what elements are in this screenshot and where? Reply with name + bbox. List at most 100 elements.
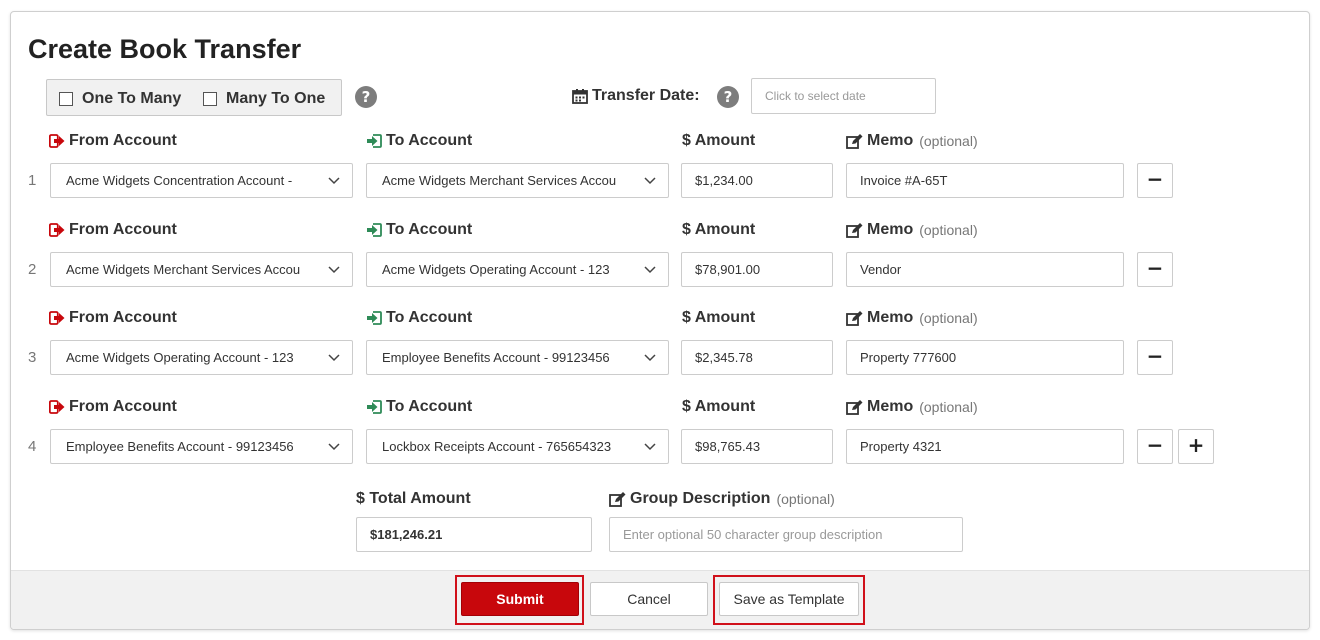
one-to-many-checkbox[interactable]: One To Many (59, 90, 181, 108)
memo-optional: (optional) (919, 399, 978, 415)
from-account-label: From Account (69, 132, 177, 149)
amount-label: $ Amount (682, 132, 756, 149)
cancel-button[interactable]: Cancel (590, 582, 708, 616)
to-account-select[interactable]: Acme Widgets Operating Account - 123 (366, 252, 669, 287)
remove-row-button[interactable]: − (1137, 163, 1173, 198)
one-to-many-label: One To Many (82, 90, 182, 107)
to-account-value: Acme Widgets Merchant Services Accou (382, 173, 617, 188)
from-account-label-group: From Account (49, 309, 177, 327)
amount-label: $ Amount (682, 221, 756, 238)
save-as-template-button[interactable]: Save as Template (719, 582, 859, 616)
sign-out-icon (49, 223, 65, 237)
remove-row-button[interactable]: − (1137, 340, 1173, 375)
memo-label: Memo (867, 132, 914, 149)
from-account-select[interactable]: Acme Widgets Operating Account - 123 (50, 340, 353, 375)
to-account-select[interactable]: Employee Benefits Account - 99123456 (366, 340, 669, 375)
transfer-date-input[interactable]: Click to select date (751, 78, 936, 114)
memo-optional: (optional) (919, 222, 978, 238)
amount-input[interactable]: $1,234.00 (681, 163, 833, 198)
memo-optional: (optional) (919, 133, 978, 149)
from-account-label: From Account (69, 221, 177, 238)
chevron-down-icon (644, 177, 656, 185)
total-amount-label: $ Total Amount (356, 490, 471, 507)
book-transfer-panel: Create Book Transfer One To Many Many To… (10, 11, 1310, 630)
memo-input[interactable]: Invoice #A-65T (846, 163, 1124, 198)
remove-row-button[interactable]: − (1137, 429, 1173, 464)
sign-in-icon (367, 134, 382, 148)
from-account-select[interactable]: Employee Benefits Account - 99123456 (50, 429, 353, 464)
amount-label: $ Amount (682, 309, 756, 326)
to-account-select[interactable]: Lockbox Receipts Account - 765654323 (366, 429, 669, 464)
group-description-label-group: Group Description (optional) (609, 490, 835, 508)
memo-label: Memo (867, 309, 914, 326)
chevron-down-icon (328, 266, 340, 274)
sign-out-icon (49, 311, 65, 325)
form-footer: Submit Cancel Save as Template (11, 570, 1309, 629)
to-account-value: Acme Widgets Operating Account - 123 (382, 262, 610, 277)
to-account-select[interactable]: Acme Widgets Merchant Services Accou (366, 163, 669, 198)
transfer-date-label-group: Transfer Date: (572, 87, 700, 105)
transfer-mode-group: One To Many Many To One (46, 79, 342, 116)
chevron-down-icon (644, 354, 656, 362)
row-number: 4 (28, 438, 37, 455)
from-account-label-group: From Account (49, 132, 177, 150)
from-account-label: From Account (69, 309, 177, 326)
row-number: 2 (28, 261, 37, 278)
amount-input[interactable]: $2,345.78 (681, 340, 833, 375)
submit-button[interactable]: Submit (461, 582, 579, 616)
from-account-value: Acme Widgets Concentration Account - (66, 173, 293, 188)
to-account-value: Lockbox Receipts Account - 765654323 (382, 439, 612, 454)
amount-input[interactable]: $98,765.43 (681, 429, 833, 464)
to-account-label-group: To Account (366, 309, 472, 327)
memo-label-group: Memo (optional) (846, 309, 978, 327)
group-description-input[interactable]: Enter optional 50 character group descri… (609, 517, 963, 552)
chevron-down-icon (644, 266, 656, 274)
sign-in-icon (367, 400, 382, 414)
edit-icon (846, 222, 863, 238)
to-account-label-group: To Account (366, 221, 472, 239)
to-account-label-group: To Account (366, 132, 472, 150)
memo-input[interactable]: Property 777600 (846, 340, 1124, 375)
from-account-value: Acme Widgets Operating Account - 123 (66, 350, 294, 365)
from-account-label-group: From Account (49, 221, 177, 239)
from-account-label-group: From Account (49, 398, 177, 416)
edit-icon (846, 310, 863, 326)
sign-in-icon (367, 223, 382, 237)
memo-input[interactable]: Property 4321 (846, 429, 1124, 464)
chevron-down-icon (328, 354, 340, 362)
memo-input[interactable]: Vendor (846, 252, 1124, 287)
edit-icon (846, 399, 863, 415)
sign-out-icon (49, 134, 65, 148)
remove-row-button[interactable]: − (1137, 252, 1173, 287)
to-account-value: Employee Benefits Account - 99123456 (382, 350, 610, 365)
memo-label: Memo (867, 221, 914, 238)
many-to-one-label: Many To One (226, 90, 326, 107)
row-number: 3 (28, 349, 37, 366)
to-account-label: To Account (386, 309, 473, 326)
edit-icon (846, 133, 863, 149)
sign-out-icon (49, 400, 65, 414)
memo-label: Memo (867, 398, 914, 415)
from-account-select[interactable]: Acme Widgets Concentration Account - (50, 163, 353, 198)
amount-input[interactable]: $78,901.00 (681, 252, 833, 287)
page-title: Create Book Transfer (28, 34, 302, 64)
edit-icon (609, 491, 626, 507)
add-row-button[interactable]: + (1178, 429, 1214, 464)
to-account-label: To Account (386, 132, 473, 149)
from-account-value: Acme Widgets Merchant Services Accou (66, 262, 301, 277)
chevron-down-icon (644, 443, 656, 451)
chevron-down-icon (328, 177, 340, 185)
from-account-select[interactable]: Acme Widgets Merchant Services Accou (50, 252, 353, 287)
memo-label-group: Memo (optional) (846, 132, 978, 150)
many-to-one-checkbox[interactable]: Many To One (203, 90, 325, 108)
transfer-date-label: Transfer Date: (592, 87, 700, 104)
group-description-label: Group Description (630, 490, 771, 507)
memo-label-group: Memo (optional) (846, 221, 978, 239)
date-help-icon[interactable]: ? (717, 86, 739, 108)
checkbox-icon (203, 92, 217, 106)
mode-help-icon[interactable]: ? (355, 86, 377, 108)
from-account-value: Employee Benefits Account - 99123456 (66, 439, 294, 454)
memo-optional: (optional) (919, 310, 978, 326)
to-account-label-group: To Account (366, 398, 472, 416)
to-account-label: To Account (386, 398, 473, 415)
